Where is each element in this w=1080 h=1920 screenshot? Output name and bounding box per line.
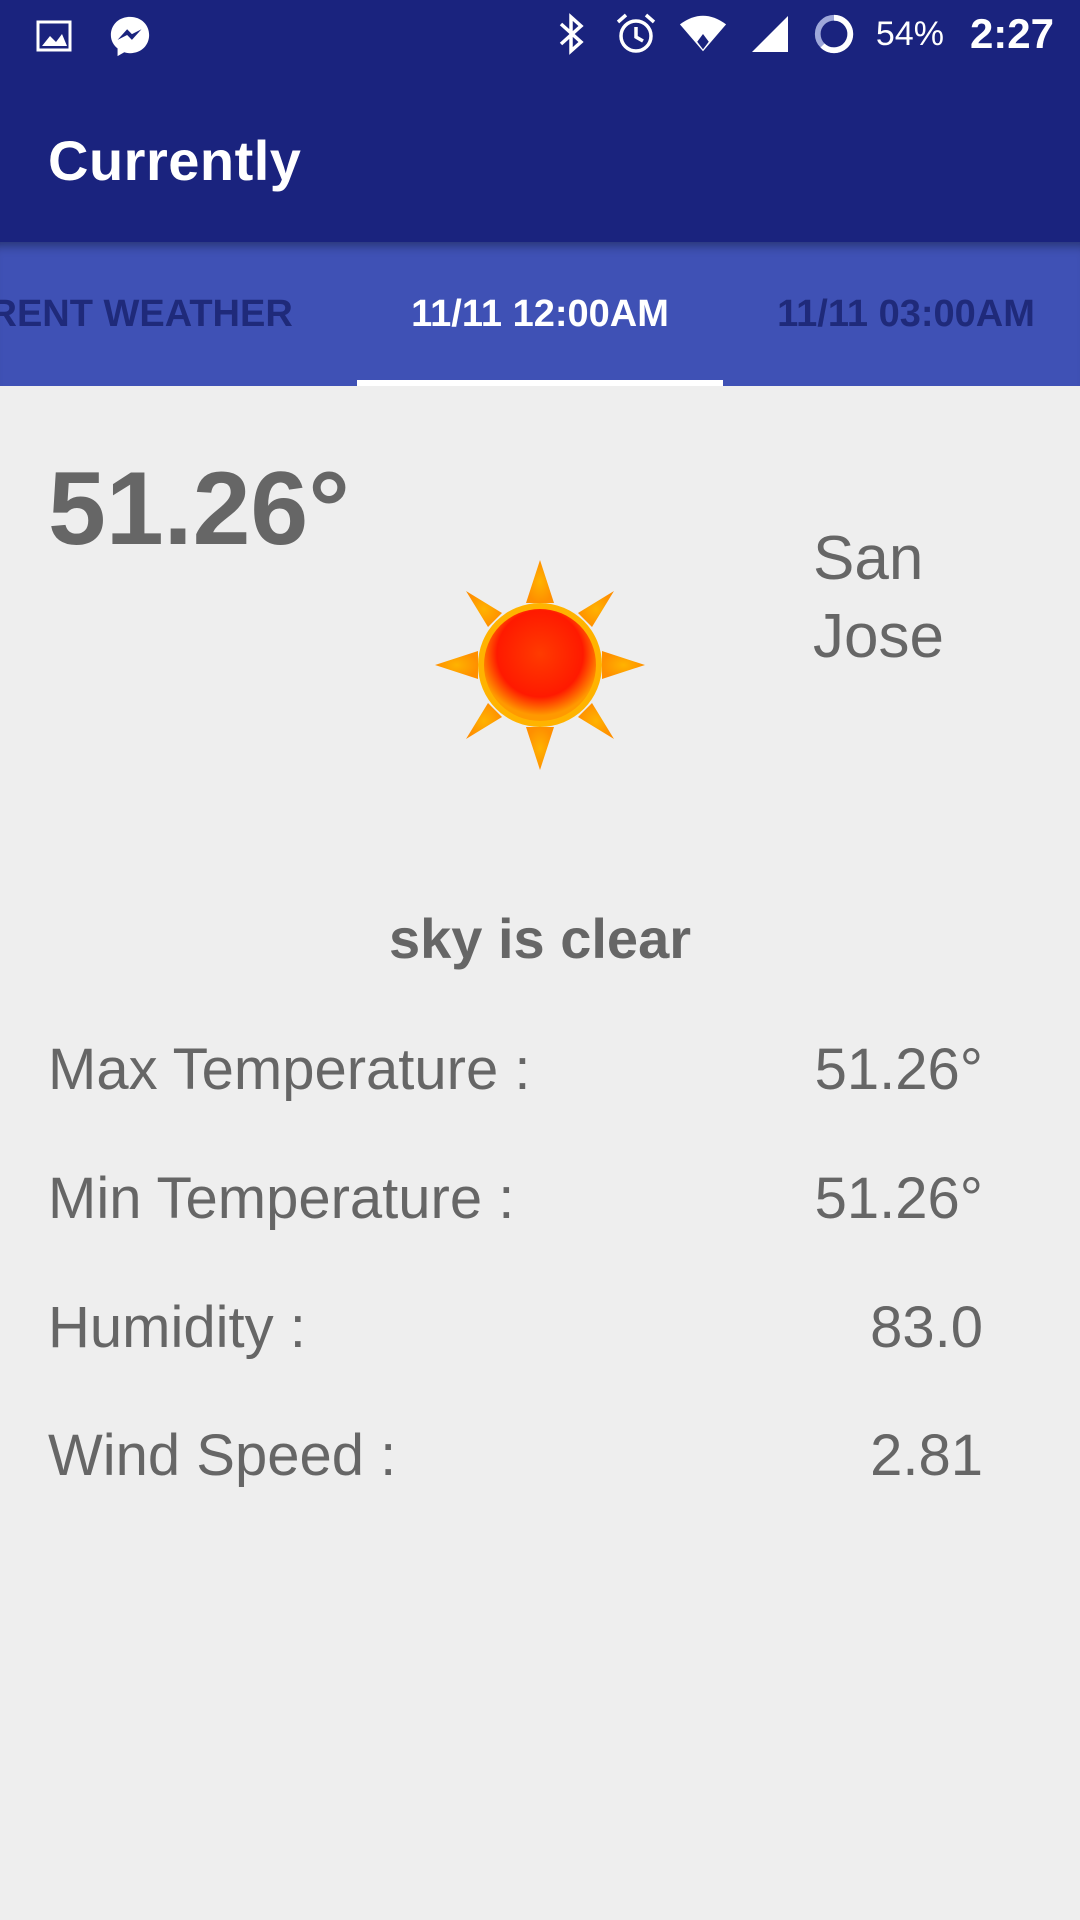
status-bar: 54% 2:27 bbox=[0, 0, 1080, 78]
page-title: Currently bbox=[48, 129, 302, 192]
detail-label: Humidity : bbox=[48, 1295, 306, 1360]
sun-icon bbox=[430, 555, 650, 775]
signal-icon bbox=[748, 12, 792, 56]
battery-icon bbox=[812, 12, 856, 56]
active-tab-indicator bbox=[357, 380, 723, 386]
current-temperature: 51.26° bbox=[48, 451, 350, 567]
wifi-icon bbox=[678, 12, 728, 56]
detail-value: 51.26° bbox=[814, 1166, 983, 1231]
weather-description: sky is clear bbox=[388, 907, 692, 970]
city-name: San Jose bbox=[813, 524, 944, 671]
app-bar: Currently bbox=[0, 78, 1080, 242]
detail-value: 51.26° bbox=[814, 1037, 983, 1102]
tab-11-11-3am[interactable]: 11/11 03:00AM bbox=[723, 242, 1080, 386]
alarm-icon bbox=[614, 12, 658, 56]
tab-bar: CURRENT WEATHER 11/11 12:00AM 11/11 03:0… bbox=[0, 242, 1080, 386]
gallery-icon bbox=[32, 14, 76, 58]
detail-label: Max Temperature : bbox=[48, 1037, 531, 1102]
messenger-icon bbox=[108, 14, 152, 58]
detail-label: Wind Speed : bbox=[48, 1423, 397, 1488]
detail-label: Min Temperature : bbox=[48, 1166, 515, 1231]
clock: 2:27 bbox=[969, 10, 1054, 57]
battery-percent: 54% bbox=[875, 14, 944, 53]
tab-11-11-12am[interactable]: 11/11 12:00AM bbox=[357, 242, 723, 386]
bluetooth-icon bbox=[550, 12, 594, 56]
detail-value: 2.81 bbox=[870, 1423, 983, 1488]
detail-value: 83.0 bbox=[870, 1295, 983, 1360]
tab-current-weather[interactable]: CURRENT WEATHER bbox=[0, 242, 350, 386]
